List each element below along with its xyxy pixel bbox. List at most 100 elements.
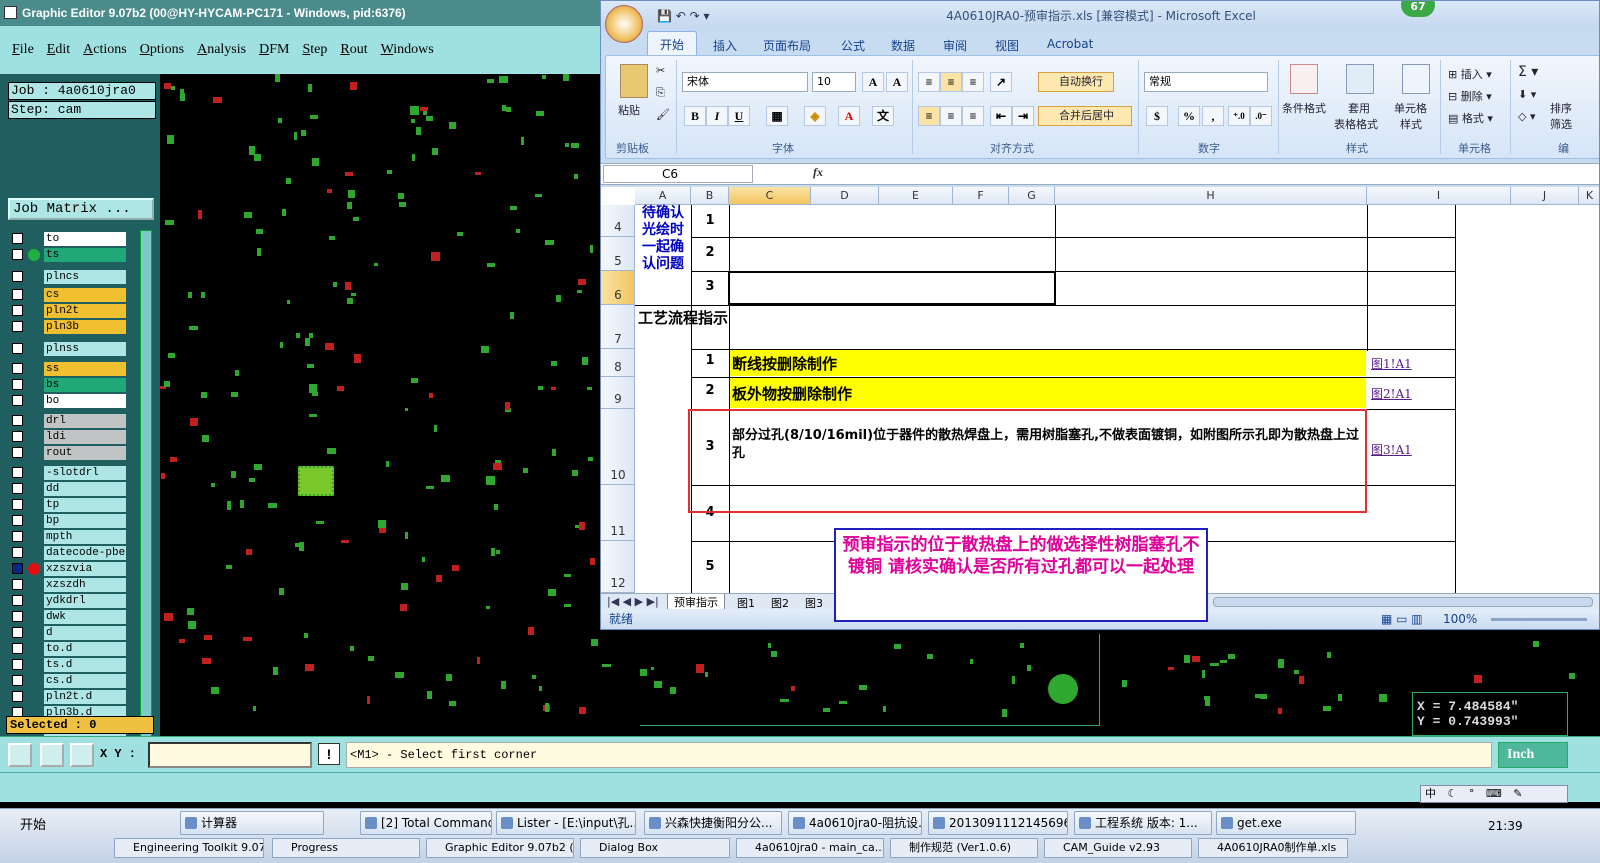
layer-name[interactable]: to bbox=[44, 232, 126, 246]
start-button[interactable]: 开始 bbox=[2, 813, 110, 839]
layer-name[interactable]: -slotdrl bbox=[44, 466, 126, 480]
italic-icon[interactable]: I bbox=[706, 106, 728, 126]
row-header[interactable]: 7 bbox=[601, 305, 635, 349]
layer-checkbox[interactable] bbox=[12, 233, 23, 244]
column-header[interactable]: G bbox=[1009, 187, 1055, 205]
layer-name[interactable]: dwk bbox=[44, 610, 126, 624]
layer-checkbox[interactable] bbox=[12, 659, 23, 670]
fill-icon[interactable]: ⬇ ▾ bbox=[1518, 88, 1536, 101]
layer-name[interactable]: ts bbox=[44, 248, 126, 262]
layer-checkbox[interactable] bbox=[12, 343, 23, 354]
tab-insert[interactable]: 插入 bbox=[713, 37, 737, 54]
clock[interactable]: 21:39 bbox=[1488, 819, 1523, 833]
delete-cells-button[interactable]: ⊟ 删除 ▾ bbox=[1448, 88, 1492, 104]
layer-checkbox[interactable] bbox=[12, 305, 23, 316]
menu-analysis[interactable]: Analysis bbox=[197, 42, 246, 58]
paste-label[interactable]: 粘贴 bbox=[618, 102, 640, 118]
layer-name[interactable]: bo bbox=[44, 394, 126, 408]
layer-row[interactable]: ldi bbox=[8, 430, 126, 444]
sort-label[interactable]: 排序 bbox=[1550, 100, 1572, 116]
layer-row[interactable]: rout bbox=[8, 446, 126, 460]
cell-a7[interactable]: 工艺流程指示 bbox=[637, 309, 729, 328]
cell-style-icon[interactable] bbox=[1402, 64, 1430, 94]
layer-row[interactable]: to.d bbox=[8, 642, 126, 656]
align-top-icon[interactable]: ≡ bbox=[918, 72, 940, 92]
grow-font-icon[interactable]: A bbox=[862, 72, 884, 92]
shrink-font-icon[interactable]: A bbox=[886, 72, 908, 92]
row-header[interactable]: 8 bbox=[601, 349, 635, 377]
grid-tool-icon[interactable] bbox=[70, 743, 94, 767]
layer-row[interactable]: plncs bbox=[8, 270, 126, 284]
layer-checkbox[interactable] bbox=[12, 691, 23, 702]
tab-page-layout[interactable]: 页面布局 bbox=[763, 37, 811, 54]
layer-row[interactable]: plnss bbox=[8, 342, 126, 356]
layer-checkbox[interactable] bbox=[12, 675, 23, 686]
layer-name[interactable]: plnss bbox=[44, 342, 126, 356]
layer-checkbox[interactable] bbox=[12, 467, 23, 478]
layer-name[interactable]: mpth bbox=[44, 530, 126, 544]
zoom-tool-icon[interactable] bbox=[8, 743, 32, 767]
percent-button[interactable]: % bbox=[1178, 106, 1200, 126]
layer-checkbox[interactable] bbox=[12, 547, 23, 558]
sheet-nav-icon[interactable]: |◀ ◀ ▶ ▶| bbox=[607, 595, 659, 608]
layer-row[interactable]: xzszdh bbox=[8, 578, 126, 592]
layer-row[interactable]: pln2t bbox=[8, 304, 126, 318]
layer-row[interactable]: dwk bbox=[8, 610, 126, 624]
layer-row[interactable]: ts bbox=[8, 248, 126, 262]
layer-checkbox[interactable] bbox=[12, 249, 23, 260]
layer-row[interactable]: cs.d bbox=[8, 674, 126, 688]
tab-formulas[interactable]: 公式 bbox=[841, 37, 865, 54]
layer-row[interactable]: bp bbox=[8, 514, 126, 528]
hyperlink[interactable]: 图2!A1 bbox=[1371, 385, 1412, 402]
format-cells-button[interactable]: ▤ 格式 ▾ bbox=[1448, 110, 1493, 126]
column-header[interactable]: D bbox=[811, 187, 879, 205]
layer-row[interactable]: ss bbox=[8, 362, 126, 376]
layer-checkbox[interactable] bbox=[12, 643, 23, 654]
wrap-text-button[interactable]: 自动换行 bbox=[1038, 72, 1114, 92]
layer-row[interactable]: bo bbox=[8, 394, 126, 408]
decrease-decimal-icon[interactable]: .0⁻ bbox=[1250, 106, 1272, 126]
layer-row[interactable]: ts.d bbox=[8, 658, 126, 672]
name-box[interactable]: C6 bbox=[603, 165, 753, 183]
layer-checkbox[interactable] bbox=[12, 379, 23, 390]
clear-icon[interactable]: ◇ ▾ bbox=[1518, 110, 1535, 123]
job-matrix-button[interactable]: Job Matrix ... bbox=[8, 198, 154, 220]
table-format-label[interactable]: 套用 bbox=[1348, 100, 1370, 116]
layer-checkbox[interactable] bbox=[12, 321, 23, 332]
tab-home[interactable]: 开始 bbox=[647, 31, 698, 57]
menu-file[interactable]: File bbox=[12, 42, 34, 58]
insert-label[interactable]: 插入 bbox=[1461, 68, 1483, 81]
layer-name[interactable]: cs.d bbox=[44, 674, 126, 688]
font-size-box[interactable]: 10 bbox=[812, 72, 856, 92]
layer-row[interactable]: mpth bbox=[8, 530, 126, 544]
table-format-label2[interactable]: 表格格式 bbox=[1334, 116, 1378, 132]
layer-name[interactable]: ss bbox=[44, 362, 126, 376]
layer-name[interactable]: bs bbox=[44, 378, 126, 392]
layer-checkbox[interactable] bbox=[12, 271, 23, 282]
increase-decimal-icon[interactable]: ⁺.0 bbox=[1228, 106, 1250, 126]
layer-name[interactable]: datecode-pbe bbox=[44, 546, 126, 560]
layer-name[interactable]: ts.d bbox=[44, 658, 126, 672]
underline-icon[interactable]: U bbox=[728, 106, 750, 126]
layer-row[interactable]: ydkdrl bbox=[8, 594, 126, 608]
zoom-slider[interactable] bbox=[1491, 618, 1587, 621]
column-header[interactable]: H bbox=[1055, 187, 1367, 205]
conditional-format-label[interactable]: 条件格式 bbox=[1282, 100, 1326, 116]
cell-style-label2[interactable]: 样式 bbox=[1400, 116, 1422, 132]
measure-tool-icon[interactable] bbox=[40, 743, 64, 767]
copy-icon[interactable]: ⎘ bbox=[656, 86, 665, 100]
taskbar-button[interactable]: 4a0610jra0 - main_ca... bbox=[736, 838, 884, 858]
taskbar-button[interactable]: 工程系统 版本: 1... bbox=[1074, 811, 1212, 835]
menu-windows[interactable]: Windows bbox=[381, 42, 434, 58]
row-header[interactable]: 4 bbox=[601, 205, 635, 237]
layer-row[interactable]: cs bbox=[8, 288, 126, 302]
format-label[interactable]: 格式 bbox=[1462, 112, 1484, 125]
tab-data[interactable]: 数据 bbox=[891, 37, 915, 54]
orientation-icon[interactable]: ↗ bbox=[990, 72, 1012, 92]
layer-name[interactable]: tp bbox=[44, 498, 126, 512]
menu-options[interactable]: Options bbox=[140, 42, 184, 58]
taskbar-button[interactable]: Graphic Editor 9.07b2 (0... bbox=[426, 838, 574, 858]
layer-checkbox[interactable] bbox=[12, 611, 23, 622]
layer-row[interactable]: -slotdrl bbox=[8, 466, 126, 480]
menu-dfm[interactable]: DFM bbox=[259, 42, 289, 58]
